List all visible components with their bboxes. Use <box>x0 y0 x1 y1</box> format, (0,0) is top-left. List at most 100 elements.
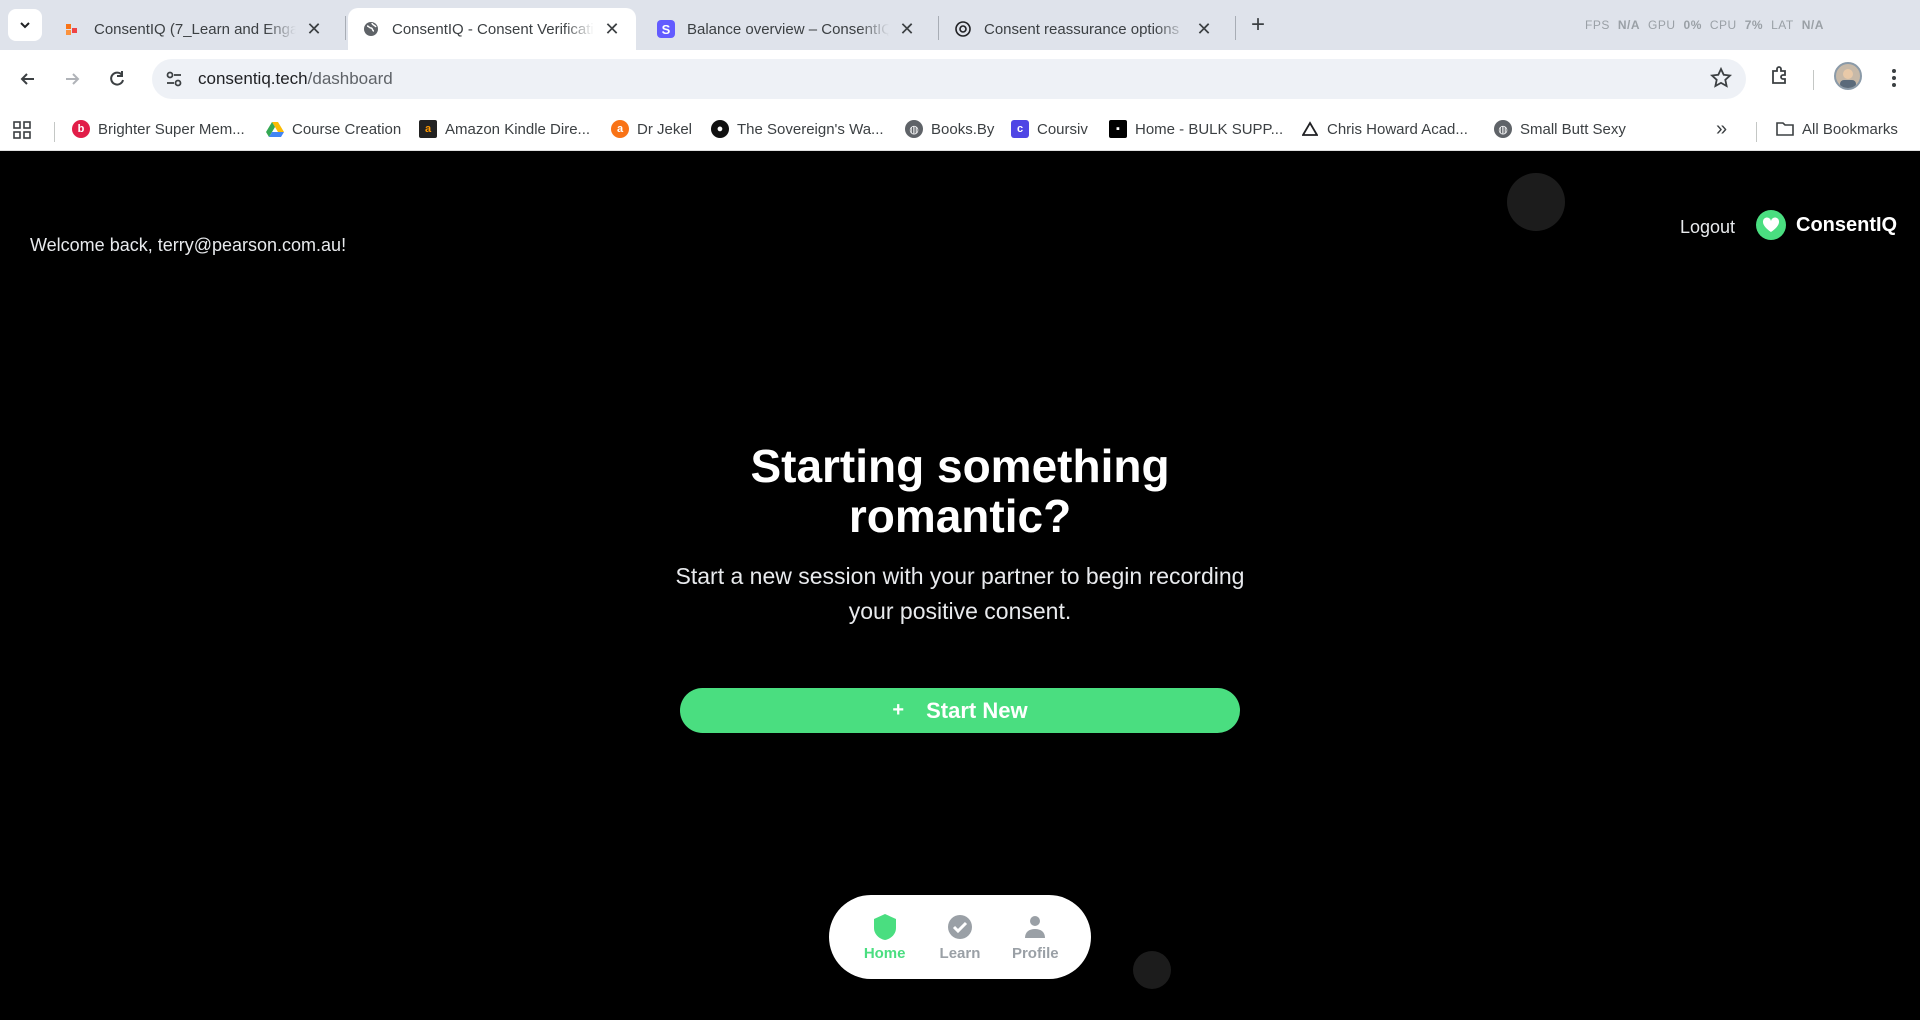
decorative-circle <box>1507 173 1565 231</box>
tab-separator <box>345 16 346 40</box>
tune-icon <box>166 71 182 87</box>
bookmark-label: Chris Howard Acad... <box>1327 120 1468 138</box>
plus-icon: + <box>892 699 905 721</box>
kebab-menu-icon <box>1892 69 1896 87</box>
folder-icon <box>1776 120 1794 138</box>
extensions-button[interactable] <box>1768 63 1792 92</box>
all-bookmarks-button[interactable]: All Bookmarks <box>1776 116 1898 142</box>
tab-title: Consent reassurance options <box>984 20 1180 38</box>
reload-icon <box>110 71 124 86</box>
nav-item-home[interactable]: Home <box>855 913 915 962</box>
tab-search-button[interactable] <box>8 9 42 41</box>
lat-value: N/A <box>1801 18 1824 32</box>
triangle-icon <box>1301 120 1319 138</box>
nav-label-home: Home <box>863 944 906 962</box>
profile-avatar[interactable] <box>1834 62 1862 90</box>
bookmark-course-creation[interactable]: Course Creation <box>266 116 401 142</box>
brand-logo: ConsentIQ <box>1756 210 1897 240</box>
puzzle-icon <box>1772 66 1786 84</box>
tab-title: ConsentIQ (7_Learn and Engage <box>94 20 296 38</box>
globe-icon <box>362 20 380 38</box>
a-icon: a <box>611 120 629 138</box>
shield-icon <box>871 913 899 941</box>
bookmark-sovereigns[interactable]: ● The Sovereign's Wa... <box>711 116 884 142</box>
nav-label-profile: Profile <box>1011 944 1059 962</box>
nav-item-profile[interactable]: Profile <box>1005 913 1065 962</box>
bookmark-label: Coursiv <box>1037 120 1088 138</box>
bookmark-amazon-kindle[interactable]: a Amazon Kindle Dire... <box>419 116 590 142</box>
bookmarks-bar: b Brighter Super Mem... Course Creation a… <box>0 108 1920 151</box>
tab-balance-overview[interactable]: S Balance overview – ConsentIQ – ✕ <box>643 8 931 50</box>
forward-button[interactable] <box>56 63 88 95</box>
plus-icon: + <box>1250 11 1265 38</box>
bookmark-label: Course Creation <box>292 120 402 138</box>
nav-item-learn[interactable]: Learn <box>930 913 990 962</box>
start-new-button[interactable]: + Start New <box>680 688 1240 733</box>
bookmark-chris-howard[interactable]: Chris Howard Acad... <box>1301 116 1468 142</box>
start-new-label: Start New <box>926 697 1028 723</box>
openai-icon <box>954 20 972 38</box>
hero-title: Starting something romantic? <box>750 440 1170 542</box>
arrow-left-icon <box>20 73 34 85</box>
gpu-label: GPU <box>1648 18 1676 32</box>
tab-consentiq-learn[interactable]: ConsentIQ (7_Learn and Engage ✕ <box>50 8 338 50</box>
close-tab-icon[interactable]: ✕ <box>304 19 324 39</box>
more-bookmarks-button[interactable]: » <box>1716 118 1727 141</box>
cpu-value: 7% <box>1744 18 1764 32</box>
bookmark-label: Home - BULK SUPP... <box>1135 120 1284 138</box>
fps-label: FPS <box>1585 18 1610 32</box>
url-host: consentiq.tech <box>198 69 308 88</box>
tab-strip: ConsentIQ (7_Learn and Engage ✕ ConsentI… <box>0 0 1920 50</box>
double-chevron-icon: » <box>1716 118 1728 140</box>
browser-menu-button[interactable] <box>1880 62 1908 94</box>
svg-text:S: S <box>662 22 671 37</box>
bookmarks-divider <box>1756 122 1757 142</box>
bottom-navigation: Home Learn Profile <box>829 895 1091 979</box>
check-circle-icon <box>946 913 974 941</box>
google-drive-icon <box>266 120 284 138</box>
orange-grid-icon <box>64 20 82 38</box>
all-bookmarks-label: All Bookmarks <box>1802 120 1898 138</box>
address-bar[interactable]: consentiq.tech/dashboard <box>152 59 1746 99</box>
star-icon <box>1709 66 1733 88</box>
bookmark-label: The Sovereign's Wa... <box>737 120 884 138</box>
new-tab-button[interactable]: + <box>1243 11 1273 39</box>
tab-title: Balance overview – ConsentIQ – <box>687 20 889 38</box>
heart-icon <box>1756 210 1786 240</box>
apps-button[interactable] <box>12 120 32 145</box>
decorative-circle <box>1133 951 1171 989</box>
reload-button[interactable] <box>101 63 133 95</box>
browser-chrome: ConsentIQ (7_Learn and Engage ✕ ConsentI… <box>0 0 1920 151</box>
performance-overlay: FPS N/A GPU 0% CPU 7% LAT N/A <box>1585 18 1824 32</box>
nav-label-learn: Learn <box>939 944 981 962</box>
chevron-down-icon <box>20 22 30 29</box>
logout-link[interactable]: Logout <box>1680 217 1735 238</box>
url-path: /dashboard <box>307 69 393 88</box>
fps-value: N/A <box>1617 18 1641 32</box>
bookmark-books-by[interactable]: ◍ Books.By <box>905 116 994 142</box>
coursiv-icon: c <box>1011 120 1029 138</box>
url-text: consentiq.tech/dashboard <box>198 69 393 89</box>
person-icon <box>1021 913 1049 941</box>
close-tab-icon[interactable]: ✕ <box>1194 19 1214 39</box>
tab-consent-verification[interactable]: ConsentIQ - Consent Verification ✕ <box>348 8 636 50</box>
bookmark-coursiv[interactable]: c Coursiv <box>1011 116 1088 142</box>
bookmark-label: Dr Jekel <box>637 120 693 138</box>
bookmark-bulk-supplements[interactable]: ▪ Home - BULK SUPP... <box>1109 116 1283 142</box>
stripe-s-icon: S <box>657 20 675 38</box>
brand-name: ConsentIQ <box>1796 213 1898 236</box>
bookmark-brighter[interactable]: b Brighter Super Mem... <box>72 116 245 142</box>
bookmark-label: Brighter Super Mem... <box>98 120 245 138</box>
close-tab-icon[interactable]: ✕ <box>897 19 917 39</box>
tab-consent-reassurance[interactable]: Consent reassurance options ✕ <box>940 8 1228 50</box>
arrow-right-icon <box>66 73 80 85</box>
amazon-icon: a <box>419 120 437 138</box>
tab-separator <box>938 16 939 40</box>
bookmark-small-butt[interactable]: ◍ Small Butt Sexy <box>1494 116 1626 142</box>
back-button[interactable] <box>12 63 44 95</box>
site-info-button[interactable] <box>156 61 192 97</box>
avatar-icon <box>1840 69 1856 88</box>
bookmark-star-button[interactable] <box>1709 66 1733 94</box>
bookmark-dr-jekel[interactable]: a Dr Jekel <box>611 116 692 142</box>
close-tab-icon[interactable]: ✕ <box>602 19 622 39</box>
